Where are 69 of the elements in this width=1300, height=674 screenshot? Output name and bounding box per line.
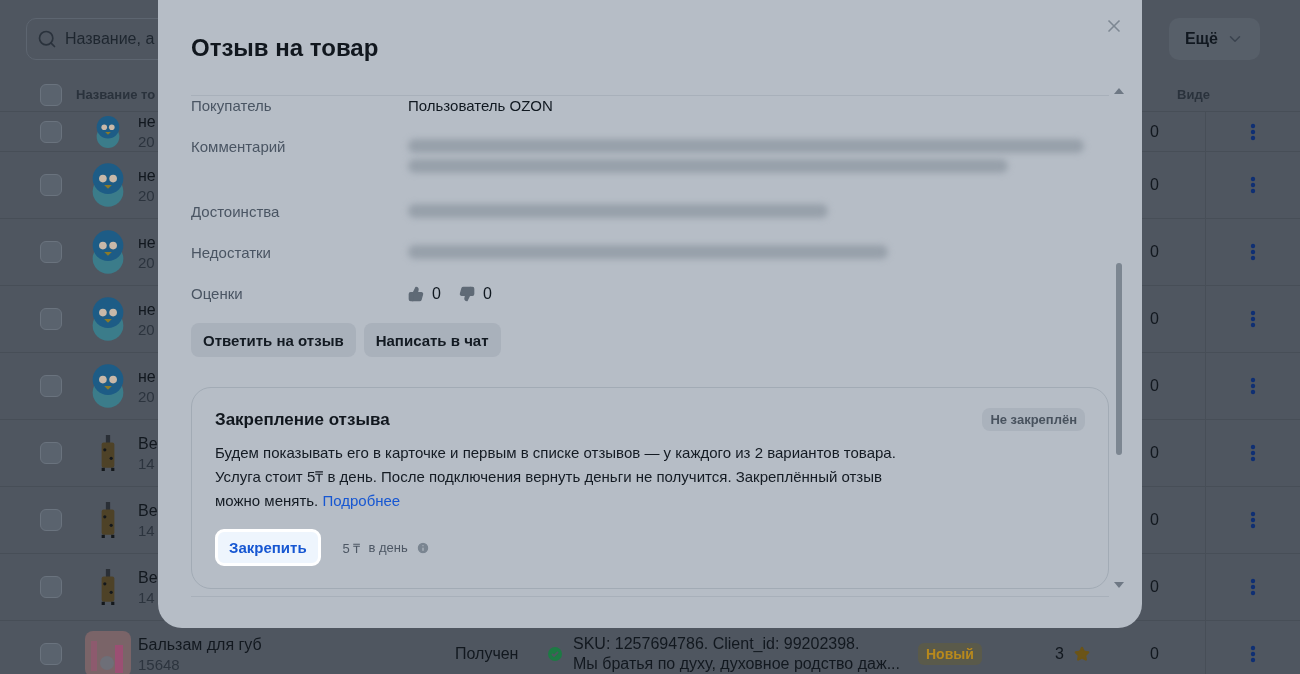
more-icon[interactable] [1250,176,1256,194]
pin-description: Будем показывать его в карточке и первым в списке отзывов — у каждого из 2 вариантов товара. Услуга стоит 5₸ в день. После подключения вернуть деньги не получится. Закреплённый отзыв можно менять. Подробнее [215,443,897,511]
product-name: Ве [138,434,158,453]
more-icon[interactable] [1250,122,1256,141]
thumbs-up-icon[interactable] [408,286,424,302]
thumbs-down-icon[interactable] [458,286,475,302]
status-text: Получен [455,645,520,663]
row-checkbox[interactable] [40,442,62,464]
more-icon[interactable] [1250,444,1256,462]
review-text: Мы братья по духу, духовное родство даж... [573,655,900,673]
select-all-checkbox[interactable] [40,83,62,106]
more-link[interactable]: Подробнее [322,492,401,509]
field-label: Оценки [191,284,244,304]
more-icon[interactable] [1250,511,1256,529]
row-checkbox[interactable] [40,576,62,598]
row-checkbox[interactable] [40,174,62,196]
field-label: Покупатель [191,96,273,116]
product-name: не [138,233,156,252]
count-value: 0 [1150,444,1160,462]
count-value: 0 [1150,578,1160,596]
suitcase-icon [100,569,116,605]
period-text: в день [368,540,408,555]
buyer-name: Пользователь OZON [408,96,554,116]
count-value: 0 [1150,377,1160,395]
card-title: Закрепление отзыва [215,409,390,430]
product-name: не [138,113,156,131]
product-name: не [138,300,156,319]
more-icon[interactable] [1250,645,1256,663]
field-label: Комментарий [191,137,287,157]
search-icon [37,29,57,49]
likes-count: 0 [432,284,441,304]
row-checkbox[interactable] [40,375,62,397]
row-checkbox[interactable] [40,241,62,263]
count-value: 0 [1150,310,1160,328]
status-badge: Не закреплён [982,408,1085,431]
more-icon[interactable] [1250,377,1256,395]
row-checkbox[interactable] [40,120,62,143]
check-icon [548,647,562,661]
more-icon[interactable] [1250,578,1256,596]
product-name: Бальзам для губ [138,635,262,654]
suitcase-icon [100,435,116,471]
row-checkbox[interactable] [40,308,62,330]
review-sku: SKU: 1257694786. Client_id: 99202398. [573,635,860,653]
rating-value: 3 [1055,645,1064,663]
more-icon[interactable] [1250,310,1256,328]
price-text: 5 ₸ [342,539,361,557]
more-icon[interactable] [1250,243,1256,261]
new-badge: Новый [918,643,982,665]
field-label: Недостатки [191,243,272,263]
product-name: не [138,367,156,386]
count-value: 0 [1150,645,1160,663]
reply-button[interactable]: Ответить на отзыв [191,323,356,357]
count-value: 0 [1150,511,1160,529]
product-name: Ве [138,568,158,587]
dialog-title: Отзыв на товар [191,34,379,62]
row-checkbox[interactable] [40,509,62,531]
product-name: не [138,166,156,185]
product-name: Ве [138,501,158,520]
field-label: Достоинства [191,202,281,222]
count-value: 0 [1150,243,1160,261]
count-value: 0 [1150,122,1160,141]
pin-button[interactable]: Закрепить [215,529,321,566]
info-icon[interactable] [415,540,430,555]
dislikes-count: 0 [482,284,492,304]
count-value: 0 [1150,176,1160,194]
row-checkbox[interactable] [40,643,62,665]
chat-button[interactable]: Написать в чат [363,323,501,357]
suitcase-icon [100,502,116,538]
star-icon [1073,646,1090,662]
